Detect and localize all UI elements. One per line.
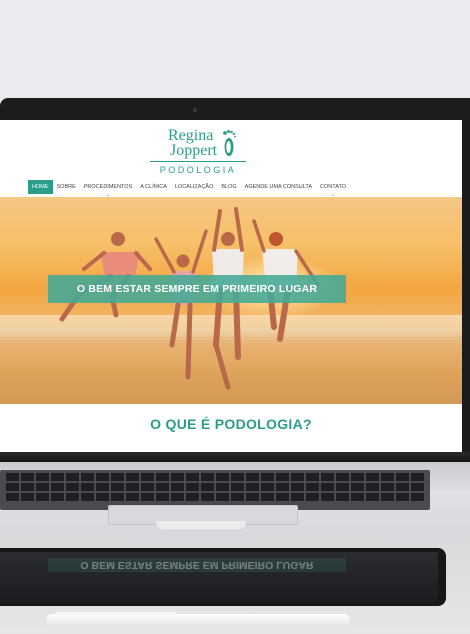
nav-item-label: HOME (32, 184, 49, 190)
laptop-lip (156, 521, 246, 529)
nav-item-blog[interactable]: BLOG (217, 180, 240, 194)
pen-clip (56, 612, 176, 615)
nav-item-label: BLOG (221, 184, 237, 190)
tablet-screen: O BEM ESTAR SEMPRE EM PRIMEIRO LUGAR (0, 552, 438, 602)
nav-item-home[interactable]: HOME (28, 180, 53, 194)
nav-item-label: AGENDE UMA CONSULTA (244, 184, 313, 190)
logo-tagline: PODOLOGIA (159, 165, 237, 175)
stylus-pen (46, 612, 350, 626)
nav-item-contato[interactable]: CONTATO ⌄ (316, 180, 350, 198)
nav-item-label: LOCALIZAÇÃO (174, 184, 214, 190)
laptop-screen: Regina Joppert PODOLOGIA HOME SOBRE PROC… (0, 120, 462, 452)
nav-item-label: PROCEDIMENTOS (83, 184, 133, 190)
footprint-icon (223, 130, 236, 156)
nav-item-label: SOBRE (56, 184, 76, 190)
nav-item-agende[interactable]: AGENDE UMA CONSULTA (241, 180, 316, 194)
webcam (193, 108, 197, 112)
hero-image: O BEM ESTAR SEMPRE EM PRIMEIRO LUGAR (0, 197, 462, 404)
keyboard-row (6, 483, 424, 491)
nav-item-label: A CLÍNICA (140, 184, 167, 190)
nav-item-sobre[interactable]: SOBRE (53, 180, 80, 194)
section-title: O QUE É PODOLOGIA? (150, 416, 312, 432)
logo-divider (150, 161, 246, 162)
logo-name-line2: Joppert (170, 142, 218, 159)
wall-background (0, 0, 470, 100)
nav-item-label: CONTATO (320, 184, 346, 190)
keyboard-row (6, 473, 424, 481)
nav-item-localizacao[interactable]: LOCALIZAÇÃO (171, 180, 218, 194)
main-nav: HOME SOBRE PROCEDIMENTOS ⌄ A CLÍNICA LOCA… (28, 180, 350, 198)
keyboard (0, 470, 430, 510)
site-logo[interactable]: Regina Joppert PODOLOGIA (150, 124, 246, 180)
nav-item-clinica[interactable]: A CLÍNICA (136, 180, 171, 194)
tablet-reflection: O BEM ESTAR SEMPRE EM PRIMEIRO LUGAR (48, 558, 346, 572)
hero-banner[interactable]: O BEM ESTAR SEMPRE EM PRIMEIRO LUGAR (48, 275, 346, 303)
keyboard-row (6, 493, 424, 501)
nav-item-procedimentos[interactable]: PROCEDIMENTOS ⌄ (80, 180, 137, 198)
